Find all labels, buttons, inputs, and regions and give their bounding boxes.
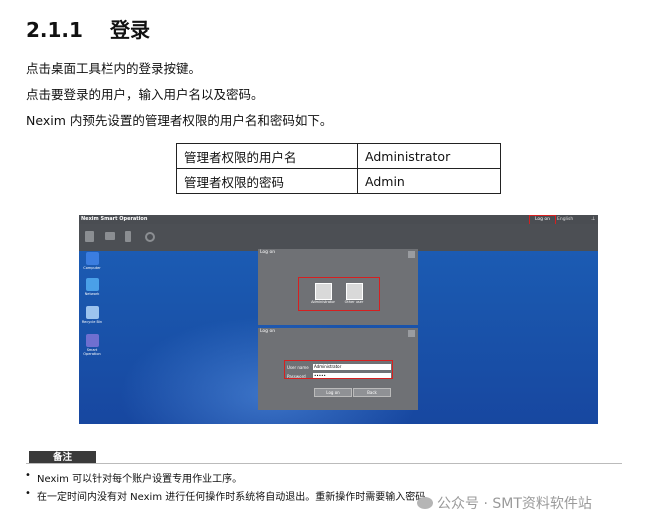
table-row: 管理者权限的用户名 Administrator xyxy=(176,143,501,169)
app-titlebar: Nexim Smart Operation Log on English ⊥ xyxy=(79,215,598,224)
app-toolbar xyxy=(79,224,598,251)
desktop-icon-network[interactable]: Network xyxy=(79,278,105,296)
desktop-icon-recycle-bin[interactable]: Recycle Bin xyxy=(79,306,105,324)
table-cell: 管理者权限的用户名 xyxy=(176,143,358,169)
desktop-icon-computer[interactable]: Computer xyxy=(79,252,105,270)
recycle-bin-icon xyxy=(85,306,99,319)
wechat-icon xyxy=(417,497,433,509)
watermark-text: 公众号 · SMT资料软件站 xyxy=(437,496,592,512)
paragraph-1: 点击桌面工具栏内的登录按键。 xyxy=(26,61,202,76)
note-item: 在一定时间内没有对 Nexim 进行任何操作时系统将自动退出。重新操作时需要输入… xyxy=(25,488,435,503)
table-row: 管理者权限的密码 Admin xyxy=(176,168,501,194)
language-selector[interactable]: English xyxy=(557,215,573,224)
section-heading: 2.1.1 登录 xyxy=(26,14,150,43)
section-title: 登录 xyxy=(110,18,150,42)
panel-title: Log on xyxy=(260,329,276,334)
app-title: Nexim Smart Operation xyxy=(81,216,148,222)
desktop-icon-label: Smart Operation xyxy=(83,348,101,356)
paragraph-3: Nexim 内预先设置的管理者权限的用户名和密码如下。 xyxy=(26,113,333,128)
note-divider xyxy=(26,463,622,464)
desktop-icon-smart-operation[interactable]: Smart Operation xyxy=(79,334,105,356)
panel-title: Log on xyxy=(260,250,276,255)
section-number: 2.1.1 xyxy=(26,18,83,42)
highlight-users xyxy=(298,277,380,311)
desktop-icon-label: Computer xyxy=(83,266,101,270)
desktop-icon-label: Recycle Bin xyxy=(81,320,103,324)
highlight-form xyxy=(284,360,393,379)
close-icon[interactable] xyxy=(408,251,415,258)
table-cell: Administrator xyxy=(357,143,501,169)
paragraph-2: 点击要登录的用户，输入用户名以及密码。 xyxy=(26,87,264,102)
back-button[interactable]: Back xyxy=(353,388,391,397)
settings-icon[interactable] xyxy=(145,232,155,242)
computer-icon xyxy=(85,252,99,265)
logon-button[interactable]: Log on xyxy=(314,388,352,397)
smart-operation-icon xyxy=(85,334,99,347)
desktop-icon-label: Network xyxy=(84,292,100,296)
document-icon[interactable] xyxy=(85,231,94,242)
table-cell: Admin xyxy=(357,168,501,194)
bracket-icon[interactable] xyxy=(125,231,131,242)
note-item: Nexim 可以针对每个账户设置专用作业工序。 xyxy=(25,470,242,485)
pin-icon[interactable]: ⊥ xyxy=(591,215,595,224)
close-icon[interactable] xyxy=(408,330,415,337)
watermark: 公众号 · SMT资料软件站 xyxy=(417,493,592,513)
network-icon xyxy=(85,278,99,291)
credentials-table: 管理者权限的用户名 Administrator 管理者权限的密码 Admin xyxy=(176,143,501,194)
table-cell: 管理者权限的密码 xyxy=(176,168,358,194)
embedded-screenshot: Nexim Smart Operation Log on English ⊥ C… xyxy=(79,215,598,424)
list-icon[interactable] xyxy=(105,232,115,240)
